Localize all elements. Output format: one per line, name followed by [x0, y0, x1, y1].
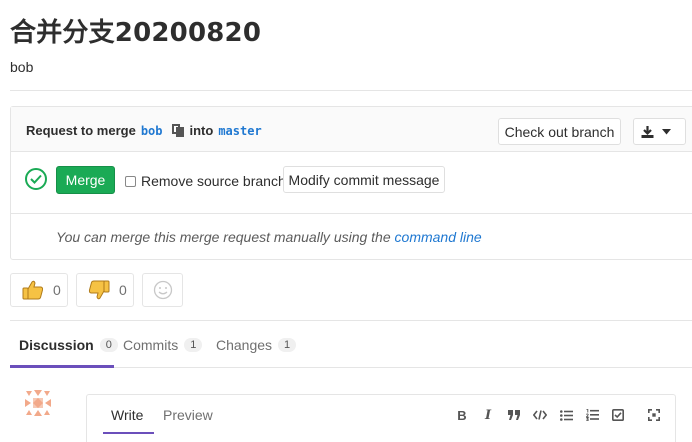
avatar[interactable]	[22, 387, 54, 419]
download-icon	[641, 125, 653, 138]
remove-source-branch-option[interactable]: Remove source branch	[125, 173, 286, 189]
tab-count-badge: 0	[99, 338, 118, 352]
command-line-link[interactable]: command line	[395, 229, 482, 245]
thumbs-down-icon	[88, 280, 110, 300]
merge-actions: Merge Remove source branch Modify commit…	[11, 152, 692, 214]
divider	[10, 90, 692, 91]
merge-request-tabs: Discussion 0 Commits 1 Changes 1	[10, 320, 692, 368]
remove-source-branch-label[interactable]: Remove source branch	[141, 173, 286, 189]
thumbs-up-count: 0	[53, 282, 61, 298]
merge-request-header: Request to merge bob into master Check o…	[11, 107, 692, 152]
caret-down-icon	[661, 128, 671, 134]
tab-label: Commits	[123, 337, 179, 353]
bold-button[interactable]: B	[449, 407, 475, 423]
thumbs-up-icon	[22, 280, 44, 300]
quote-icon[interactable]	[501, 407, 527, 423]
add-reaction-button[interactable]	[142, 273, 183, 307]
request-prefix: Request to merge	[26, 123, 136, 138]
merge-request-info: Request to merge bob into master	[26, 123, 267, 138]
author-name[interactable]: bob	[10, 59, 33, 75]
into-label: into	[189, 123, 214, 138]
modify-commit-message-button[interactable]: Modify commit message	[283, 166, 445, 193]
checkout-branch-button[interactable]: Check out branch	[498, 118, 621, 145]
active-editor-tab-indicator	[103, 432, 154, 434]
smiley-icon	[153, 280, 172, 300]
merge-button[interactable]: Merge	[56, 166, 115, 194]
markdown-toolbar: B I	[449, 407, 667, 423]
tab-count-badge: 1	[278, 338, 297, 352]
success-check-icon	[25, 168, 47, 190]
source-branch[interactable]: bob	[141, 124, 163, 138]
remove-source-branch-checkbox[interactable]	[125, 175, 136, 187]
preview-tab[interactable]: Preview	[163, 407, 213, 423]
numbered-list-icon[interactable]	[579, 407, 605, 423]
tab-count-badge: 1	[184, 338, 203, 352]
code-icon[interactable]	[527, 407, 553, 423]
merge-request-widget: Request to merge bob into master Check o…	[10, 106, 692, 260]
task-list-icon[interactable]	[605, 407, 631, 423]
tab-commits[interactable]: Commits 1	[123, 337, 203, 353]
active-tab-indicator	[10, 365, 114, 368]
tab-label: Discussion	[19, 337, 94, 353]
manual-merge-text: You can merge this merge request manuall…	[56, 229, 391, 245]
fullscreen-icon[interactable]	[641, 407, 667, 423]
thumbs-up-award-button[interactable]: 0	[10, 273, 68, 307]
tab-label: Changes	[216, 337, 273, 353]
thumbs-down-award-button[interactable]: 0	[76, 273, 134, 307]
bullet-list-icon[interactable]	[553, 407, 579, 423]
tab-changes[interactable]: Changes 1	[216, 337, 297, 353]
copy-icon[interactable]	[171, 124, 184, 137]
download-dropdown-button[interactable]	[633, 118, 686, 145]
manual-merge-note: You can merge this merge request manuall…	[56, 229, 482, 245]
comment-editor: Write Preview B I	[86, 394, 676, 442]
tab-discussion[interactable]: Discussion 0	[19, 337, 118, 353]
italic-button[interactable]: I	[475, 407, 501, 423]
write-tab[interactable]: Write	[111, 407, 143, 423]
thumbs-down-count: 0	[119, 282, 127, 298]
target-branch[interactable]: master	[218, 124, 261, 138]
page-title: 合并分支20200820	[10, 18, 262, 48]
